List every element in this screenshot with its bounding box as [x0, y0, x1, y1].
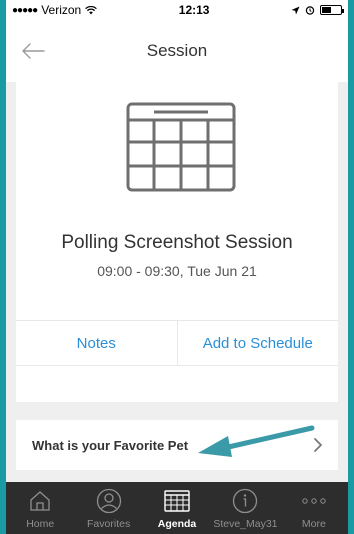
- tab-bar: Home Favorites Agenda Steve_May31 More: [6, 482, 348, 534]
- add-to-schedule-button[interactable]: Add to Schedule: [176, 321, 339, 365]
- calendar-icon: [162, 486, 192, 516]
- info-icon: [230, 486, 260, 516]
- status-bar: ●●●●● Verizon 12:13: [6, 0, 348, 20]
- calendar-icon: [126, 102, 236, 192]
- page-title: Session: [146, 41, 208, 60]
- tab-home[interactable]: Home: [6, 482, 74, 534]
- session-card: Polling Screenshot Session 09:00 - 09:30…: [16, 82, 338, 402]
- tab-favorites[interactable]: Favorites: [74, 482, 142, 534]
- session-time: 09:00 - 09:30, Tue Jun 21: [97, 263, 257, 279]
- session-title: Polling Screenshot Session: [61, 232, 293, 253]
- notes-button[interactable]: Notes: [16, 321, 177, 365]
- status-left: ●●●●● Verizon: [12, 3, 98, 17]
- session-actions: Notes Add to Schedule: [16, 320, 338, 366]
- status-time: 12:13: [178, 3, 210, 17]
- tab-steve-may31[interactable]: Steve_May31: [211, 482, 279, 534]
- battery-icon: [320, 5, 344, 15]
- nav-bar: Session: [6, 20, 348, 82]
- poll-question: What is your Favorite Pet: [32, 437, 189, 453]
- tab-label: Favorites: [87, 518, 131, 530]
- status-right: [291, 5, 344, 15]
- tab-label: More: [301, 518, 326, 530]
- location-icon: [291, 6, 300, 14]
- more-icon: [299, 486, 329, 516]
- tab-label: Steve_May31: [213, 518, 278, 530]
- home-icon: [25, 486, 55, 516]
- alarm-icon: [305, 6, 315, 15]
- back-arrow-icon[interactable]: [20, 41, 46, 61]
- annotation-arrow-icon: [198, 425, 315, 457]
- signal-icon: ●●●●●: [12, 4, 38, 16]
- wifi-icon: [85, 5, 98, 14]
- user-icon: [94, 486, 124, 516]
- phone-screen: ●●●●● Verizon 12:13 Session Polling Scre…: [6, 0, 348, 534]
- tab-label: Home: [26, 518, 55, 530]
- tab-label: Agenda: [157, 518, 197, 530]
- tab-more[interactable]: More: [280, 482, 348, 534]
- tab-agenda[interactable]: Agenda: [143, 482, 211, 534]
- carrier-name: Verizon: [41, 3, 82, 17]
